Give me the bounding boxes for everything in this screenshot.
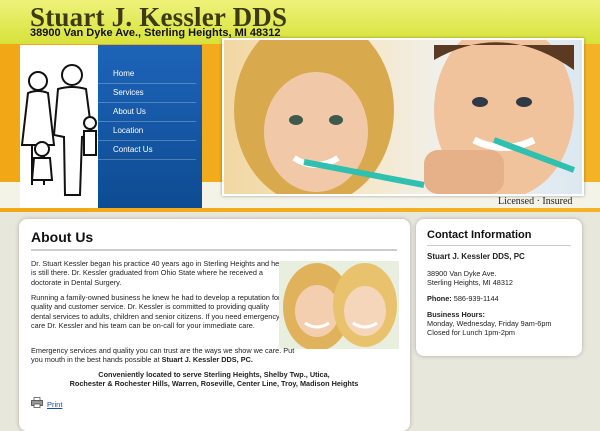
service-area-line-1: Conveniently located to serve Sterling H… (98, 370, 330, 379)
divider (31, 249, 397, 251)
print-label[interactable]: Print (47, 400, 62, 409)
printer-icon[interactable] (31, 395, 43, 413)
licensed-insured-tagline: Licensed · Insured (498, 196, 573, 207)
children-photo (279, 261, 399, 349)
main-nav: Home Services About Us Location Contact … (98, 45, 202, 208)
print-link[interactable]: Print (31, 395, 62, 413)
hero-photo (222, 38, 584, 196)
nav-item-location[interactable]: Location (98, 122, 196, 141)
nav-item-about-us[interactable]: About Us (98, 103, 196, 122)
nav-item-contact-us[interactable]: Contact Us (98, 141, 196, 160)
contact-name: Stuart J. Kessler DDS, PC (427, 252, 525, 261)
contact-card: Contact Information Stuart J. Kessler DD… (416, 219, 582, 356)
hours-line-2: Closed for Lunch 1pm-2pm (427, 328, 516, 337)
nav-item-home[interactable]: Home (98, 65, 196, 84)
service-area: Conveniently located to serve Sterling H… (31, 370, 397, 389)
contact-heading: Contact Information (427, 229, 532, 241)
about-paragraph-2: Running a family-owned business he knew … (31, 293, 281, 330)
contact-phone: Phone: 586-939-1144 (427, 294, 499, 304)
contact-address-line-2: Sterling Heights, MI 48312 (427, 278, 513, 287)
nav-link-contact-us[interactable]: Contact Us (98, 141, 196, 159)
nav-link-location[interactable]: Location (98, 122, 196, 140)
nav-link-services[interactable]: Services (98, 84, 196, 102)
about-us-card: About Us Dr. Stuart Kessler began his pr… (19, 219, 410, 431)
page-title: About Us (31, 229, 94, 245)
family-logo (20, 45, 98, 208)
practice-name-bold: Stuart J. Kessler DDS, PC. (161, 355, 253, 365)
phone-number[interactable]: 586-939-1144 (454, 294, 499, 303)
about-paragraph-3: Emergency services and quality you can t… (31, 346, 301, 365)
about-paragraph-1: Dr. Stuart Kessler began his practice 40… (31, 259, 280, 287)
divider (427, 245, 571, 246)
nav-link-home[interactable]: Home (98, 65, 196, 83)
nav-item-services[interactable]: Services (98, 84, 196, 103)
nav-link-about-us[interactable]: About Us (98, 103, 196, 121)
service-area-line-2: Rochester & Rochester Hills, Warren, Ros… (69, 379, 359, 389)
phone-label: Phone: (427, 294, 452, 303)
